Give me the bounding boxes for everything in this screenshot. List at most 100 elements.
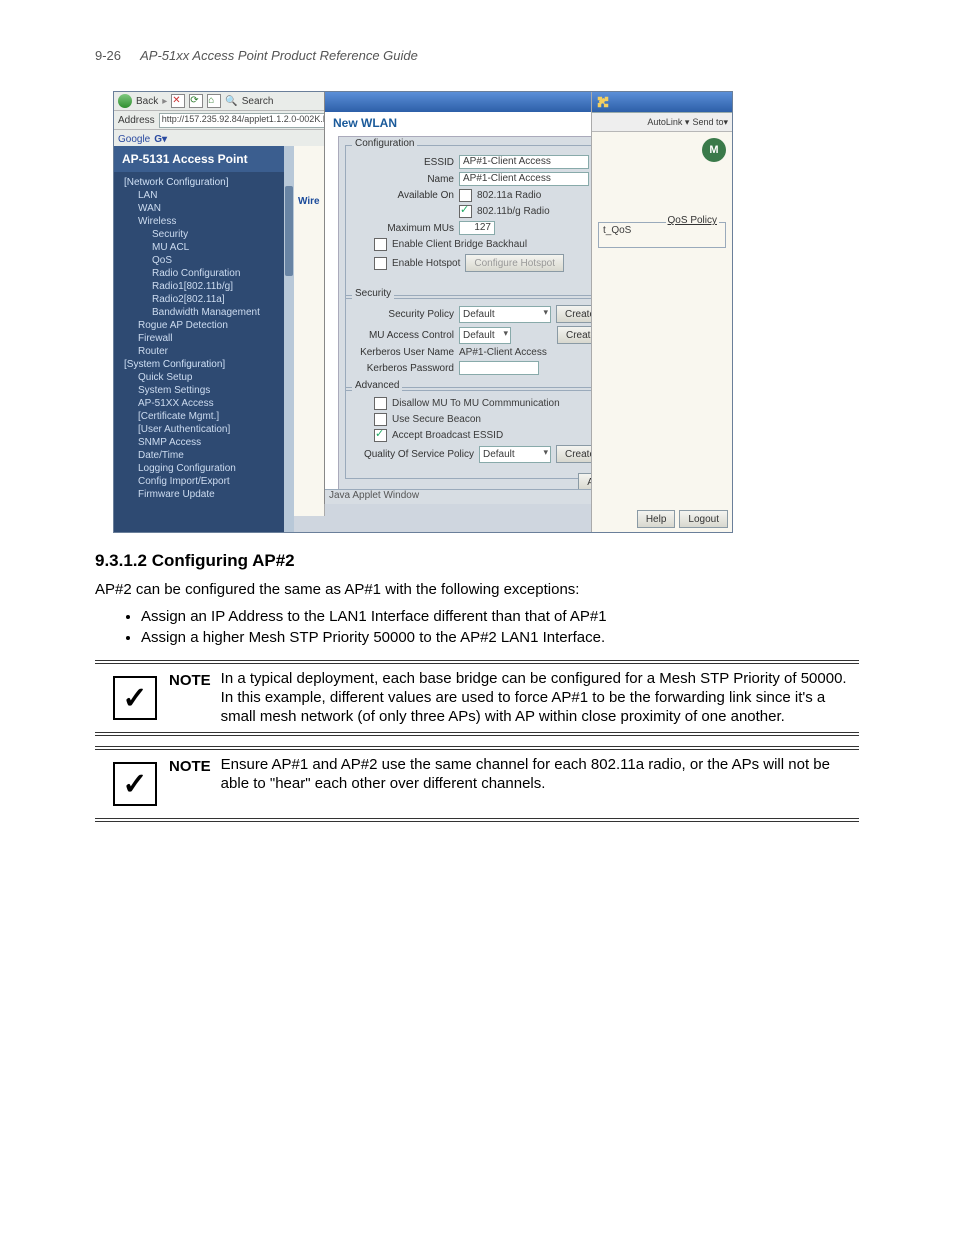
available-on-label: Available On (354, 190, 454, 201)
nav-item[interactable]: [Certificate Mgmt.] (120, 410, 294, 423)
nav-item[interactable]: Firmware Update (120, 488, 294, 501)
stop-icon[interactable]: ✕ (171, 94, 185, 108)
kerberos-user-label: Kerberos User Name (354, 347, 454, 358)
secure-beacon-checkbox[interactable] (374, 413, 387, 426)
radio-a-label: 802.11a Radio (477, 190, 541, 201)
scrollbar[interactable] (284, 146, 294, 532)
logout-button[interactable]: Logout (679, 510, 728, 528)
nav-item[interactable]: Config Import/Export (120, 475, 294, 488)
qos-item[interactable]: t_QoS (599, 223, 635, 238)
security-legend: Security (352, 288, 394, 299)
qos-policy-panel: QoS Policy t_QoS (598, 222, 726, 248)
qos-policy-label: Quality Of Service Policy (354, 449, 474, 460)
nav-item[interactable]: LAN (120, 189, 294, 202)
nav-item[interactable]: Router (120, 345, 294, 358)
mu-access-control-select[interactable]: Default (459, 327, 511, 344)
note-block-1: NOTE In a typical deployment, each base … (95, 660, 859, 736)
nav-item[interactable]: AP-51XX Access (120, 397, 294, 410)
security-policy-label: Security Policy (354, 309, 454, 320)
kerberos-password-label: Kerberos Password (354, 363, 454, 374)
nav-item[interactable]: [Network Configuration] (120, 176, 294, 189)
nav-item[interactable]: QoS (120, 254, 294, 267)
nav-item[interactable]: MU ACL (120, 241, 294, 254)
kerberos-password-input[interactable] (459, 361, 539, 375)
note-1-text: In a typical deployment, each base bridg… (221, 670, 859, 726)
name-input[interactable]: AP#1-Client Access (459, 172, 589, 186)
radio-bg-checkbox[interactable] (459, 205, 472, 218)
nav-item[interactable]: Quick Setup (120, 371, 294, 384)
radio-a-checkbox[interactable] (459, 189, 472, 202)
disallow-mu-label: Disallow MU To MU Commmunication (392, 398, 560, 409)
search-label[interactable]: Search (242, 96, 274, 107)
address-label: Address (118, 115, 155, 126)
nav-item[interactable]: Logging Configuration (120, 462, 294, 475)
nav-item[interactable]: [User Authentication] (120, 423, 294, 436)
puzzle-icon (596, 95, 610, 109)
qos-policy-select[interactable]: Default (479, 446, 551, 463)
nav-item[interactable]: Rogue AP Detection (120, 319, 294, 332)
bullet-1: Assign an IP Address to the LAN1 Interfa… (141, 608, 859, 625)
nav-item[interactable]: Wireless (120, 215, 294, 228)
google-label[interactable]: Google (118, 134, 150, 145)
back-label[interactable]: Back (136, 96, 158, 107)
security-policy-select[interactable]: Default (459, 306, 551, 323)
configure-hotspot-button: Configure Hotspot (465, 254, 564, 272)
nav-item[interactable]: System Settings (120, 384, 294, 397)
nav-item[interactable]: Bandwidth Management (120, 306, 294, 319)
refresh-icon[interactable]: ⟳ (189, 94, 203, 108)
intro-paragraph: AP#2 can be configured the same as AP#1 … (95, 579, 859, 600)
wire-label: Wire (294, 196, 324, 207)
accept-broadcast-label: Accept Broadcast ESSID (392, 430, 503, 441)
section-heading: 9.3.1.2 Configuring AP#2 (95, 551, 859, 571)
nav-item[interactable]: Radio1[802.11b/g] (120, 280, 294, 293)
enable-hotspot-label: Enable Hotspot (392, 258, 460, 269)
qos-policy-legend: QoS Policy (666, 215, 719, 226)
enable-backhaul-checkbox[interactable] (374, 238, 387, 251)
home-icon[interactable]: ⌂ (207, 94, 221, 108)
bullet-2: Assign a higher Mesh STP Priority 50000 … (141, 629, 859, 646)
essid-label: ESSID (354, 157, 454, 168)
name-label: Name (354, 174, 454, 185)
screenshot: Back ▸ ✕ ⟳ ⌂ 🔍 Search Address http://157… (113, 91, 733, 533)
nav-item[interactable]: Date/Time (120, 449, 294, 462)
nav-title: AP-5131 Access Point (114, 146, 294, 172)
enable-hotspot-checkbox[interactable] (374, 257, 387, 270)
configuration-legend: Configuration (352, 138, 417, 149)
search-icon[interactable]: 🔍 (225, 96, 237, 107)
help-button-main[interactable]: Help (637, 510, 676, 528)
accept-broadcast-checkbox[interactable] (374, 429, 387, 442)
nav-item[interactable]: Firewall (120, 332, 294, 345)
max-mu-label: Maximum MUs (354, 223, 454, 234)
back-icon[interactable] (118, 94, 132, 108)
nav-item[interactable]: Radio Configuration (120, 267, 294, 280)
nav-item[interactable]: Radio2[802.11a] (120, 293, 294, 306)
doc-title: AP-51xx Access Point Product Reference G… (140, 48, 418, 63)
mid-strip: Wire (294, 146, 325, 516)
kerberos-user-value: AP#1-Client Access (459, 347, 547, 358)
page-number: 9-26 (95, 48, 137, 63)
checkmark-icon (113, 762, 157, 806)
advanced-legend: Advanced (352, 380, 402, 391)
max-mu-input[interactable]: 127 (459, 221, 495, 235)
secure-beacon-label: Use Secure Beacon (392, 414, 481, 425)
essid-input[interactable]: AP#1-Client Access (459, 155, 589, 169)
sendto-label[interactable]: Send to▾ (692, 117, 728, 128)
note-block-2: NOTE Ensure AP#1 and AP#2 use the same c… (95, 746, 859, 822)
disallow-mu-checkbox[interactable] (374, 397, 387, 410)
right-panel: AutoLink ▾ Send to▾ M QoS Policy t_QoS H… (591, 92, 732, 532)
checkmark-icon (113, 676, 157, 720)
nav-item[interactable]: [System Configuration] (120, 358, 294, 371)
nav-item[interactable]: SNMP Access (120, 436, 294, 449)
motorola-logo-icon: M (702, 138, 726, 162)
nav-item[interactable]: WAN (120, 202, 294, 215)
nav-item[interactable]: Security (120, 228, 294, 241)
forward-icon[interactable]: ▸ (162, 96, 167, 107)
note-label: NOTE (169, 756, 221, 812)
autolink-label[interactable]: AutoLink ▾ (647, 117, 689, 128)
note-2-text: Ensure AP#1 and AP#2 use the same channe… (221, 756, 859, 812)
nav-tree: AP-5131 Access Point [Network Configurat… (114, 146, 294, 532)
mu-access-control-label: MU Access Control (354, 330, 454, 341)
radio-bg-label: 802.11b/g Radio (477, 206, 550, 217)
enable-backhaul-label: Enable Client Bridge Backhaul (392, 239, 527, 250)
note-label: NOTE (169, 670, 221, 726)
